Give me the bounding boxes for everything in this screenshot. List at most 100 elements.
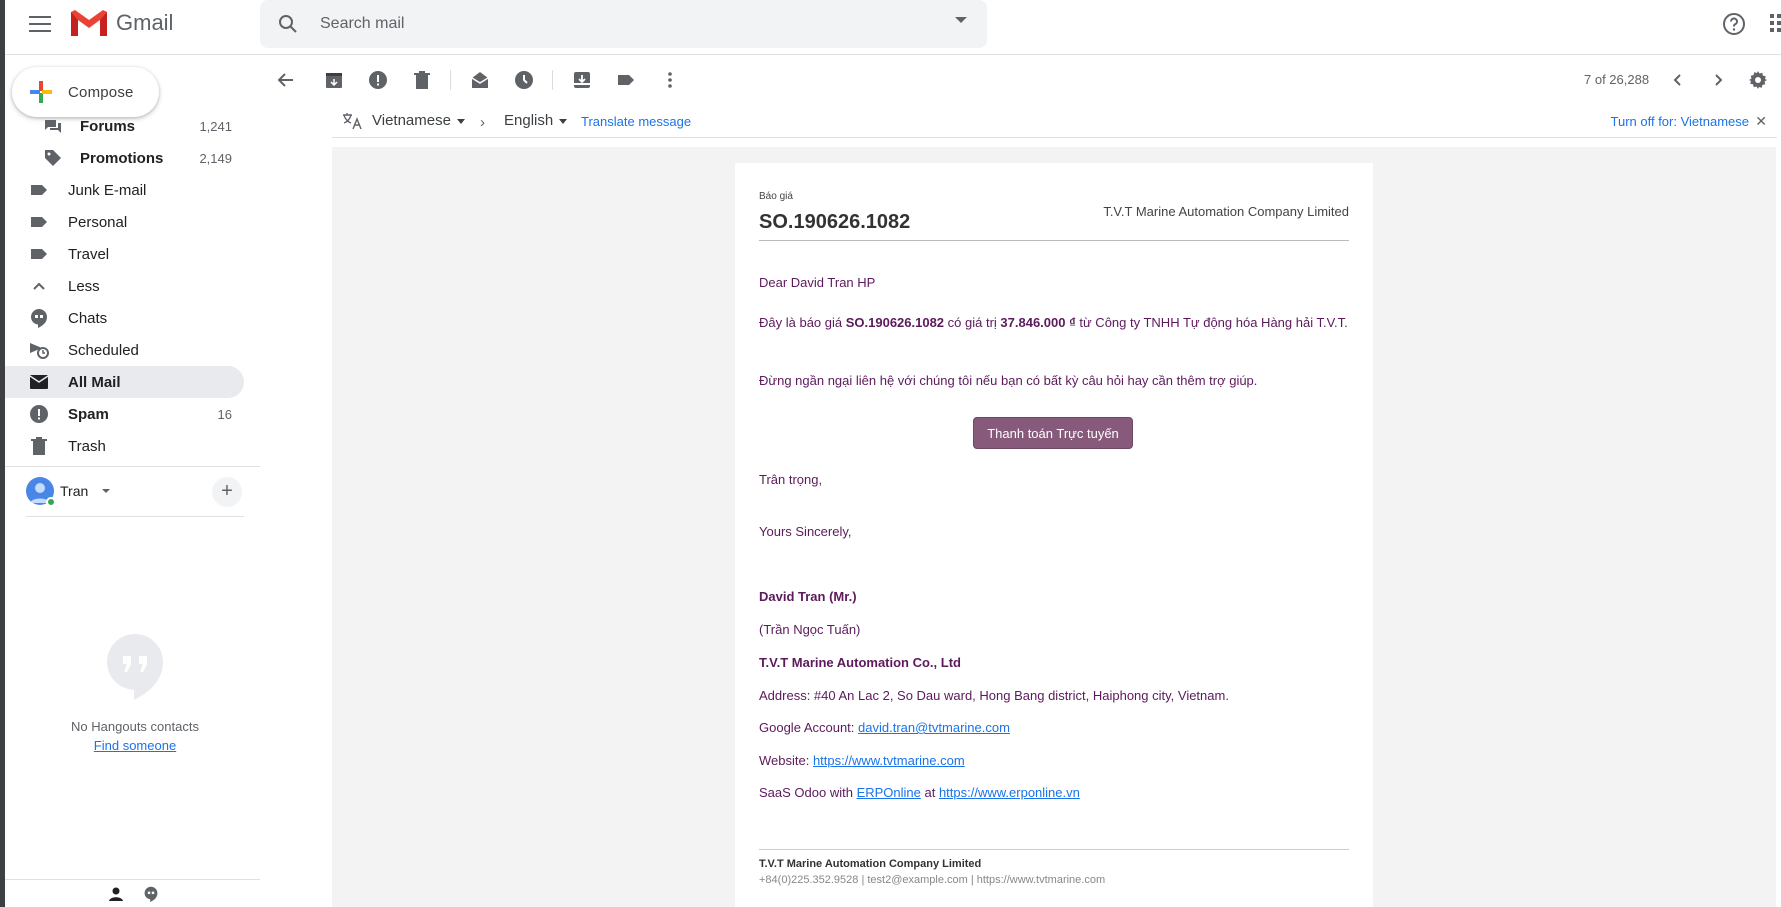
google-account-email-link[interactable]: david.tran@tvtmarine.com [858, 720, 1010, 735]
summary-text: từ Công ty TNHH Tự động hóa Hàng hải T.V… [1075, 315, 1348, 330]
hangouts-user-name[interactable]: Tran [60, 483, 88, 499]
search-bar[interactable] [260, 0, 987, 48]
pay-online-button[interactable]: Thanh toán Trực tuyến [973, 417, 1133, 449]
tag-icon [45, 150, 61, 166]
quotation-number: SO.190626.1082 [759, 211, 911, 233]
apps-grid-icon[interactable] [1770, 14, 1781, 34]
hangouts-icon [144, 886, 158, 902]
signature-website: Website: https://www.tvtmarine.com [759, 751, 1349, 770]
signature-address: Address: #40 An Lac 2, So Dau ward, Hong… [759, 688, 1229, 703]
trash-icon [31, 437, 47, 455]
erponline-link[interactable]: ERPOnline [857, 785, 921, 800]
sidebar-item-scheduled[interactable]: Scheduled [5, 334, 244, 366]
translate-bar: Vietnamese › English Translate message T… [332, 104, 1777, 138]
conversations-tab[interactable] [136, 880, 166, 907]
clock-icon [515, 71, 533, 89]
newer-button[interactable] [1666, 68, 1690, 92]
divider [5, 466, 260, 467]
sidebar-item-label: Trash [68, 437, 106, 455]
sidebar-item-label: Personal [68, 213, 128, 231]
archive-button[interactable] [322, 68, 346, 92]
search-icon[interactable] [276, 12, 300, 36]
summary-text: có giá trị [944, 315, 1001, 330]
older-button[interactable] [1706, 68, 1730, 92]
target-language-select[interactable]: English [504, 112, 568, 129]
help-icon[interactable] [1722, 12, 1746, 36]
website-link[interactable]: https://www.tvtmarine.com [813, 753, 965, 768]
unread-count: 2,149 [199, 150, 232, 166]
no-contacts-text: No Hangouts contacts [71, 719, 199, 734]
mark-unread-button[interactable] [468, 68, 492, 92]
sidebar-item-junk-email[interactable]: Junk E-mail [5, 174, 244, 206]
snooze-button[interactable] [512, 68, 536, 92]
sidebar-item-label: Chats [68, 309, 108, 327]
saas-at: at [920, 785, 939, 800]
contacts-tab[interactable] [101, 880, 131, 907]
mail-icon [29, 375, 49, 389]
report-spam-button[interactable] [366, 68, 390, 92]
sidebar-item-less[interactable]: Less [5, 270, 244, 302]
hangouts-bottom-bar [5, 879, 260, 907]
label-icon [31, 217, 47, 227]
search-options-icon[interactable] [955, 17, 967, 23]
chevron-left-icon [1673, 74, 1681, 86]
find-someone-link[interactable]: Find someone [94, 738, 176, 753]
summary-text: Đây là báo giá [759, 315, 846, 330]
sidebar-item-label: Scheduled [68, 341, 139, 359]
translate-message-link[interactable]: Translate message [581, 114, 691, 129]
signature-name: David Tran (Mr.) [759, 589, 857, 604]
close-icon[interactable]: ✕ [1755, 113, 1767, 130]
sidebar-item-label: Promotions [80, 149, 164, 167]
sidebar-item-spam[interactable]: Spam 16 [5, 398, 244, 430]
online-status-icon [46, 497, 56, 507]
more-options-button[interactable] [658, 68, 682, 92]
website-label: Website: [759, 753, 813, 768]
signature-saas: SaaS Odoo with ERPOnline at https://www.… [759, 783, 1349, 802]
sidebar-item-personal[interactable]: Personal [5, 206, 244, 238]
top-header: Gmail [5, 0, 1781, 55]
gmail-logo[interactable]: Gmail [69, 8, 173, 38]
source-language-select[interactable]: Vietnamese [372, 112, 465, 129]
quotation-summary: Đây là báo giá SO.190626.1082 có giá trị… [759, 313, 1349, 332]
back-button[interactable] [274, 68, 298, 92]
delete-button[interactable] [410, 68, 434, 92]
sidebar-item-forums[interactable]: Forums 1,241 [5, 110, 244, 142]
sidebar-item-label: All Mail [68, 373, 121, 391]
sidebar-item-label: Travel [68, 245, 110, 263]
sidebar-item-label: Less [68, 277, 100, 295]
move-to-button[interactable] [570, 68, 594, 92]
greeting: Dear David Tran HP [759, 275, 876, 290]
sidebar-item-travel[interactable]: Travel [5, 238, 244, 270]
search-input[interactable] [320, 12, 880, 36]
mark-unread-icon [471, 72, 489, 88]
divider [759, 849, 1349, 850]
report-spam-icon [369, 71, 387, 89]
labels-button[interactable] [614, 68, 638, 92]
footer-contact: +84(0)225.352.9528 | test2@example.com |… [759, 874, 1106, 886]
source-language: Vietnamese [372, 112, 451, 129]
scheduled-send-icon [30, 343, 49, 359]
closing-text: Yours Sincerely, [759, 524, 852, 539]
sidebar-item-chats[interactable]: Chats [5, 302, 244, 334]
divider [450, 70, 451, 90]
sidebar-nav: Forums 1,241 Promotions 2,149 Junk E-mai… [5, 118, 244, 462]
sidebar-item-trash[interactable]: Trash [5, 430, 244, 462]
dropdown-icon [456, 118, 465, 124]
status-dropdown-icon[interactable] [102, 489, 110, 493]
message-toolbar: 7 of 26,288 [260, 56, 1781, 104]
label-icon [31, 249, 47, 259]
sidebar-item-all-mail[interactable]: All Mail [5, 366, 244, 398]
sidebar-item-label: Forums [80, 117, 136, 135]
compose-label: Compose [68, 83, 134, 101]
help-text: Đừng ngần ngại liên hệ với chúng tôi nếu… [759, 373, 1258, 388]
footer-company: T.V.T Marine Automation Company Limited [759, 858, 982, 870]
sidebar-item-promotions[interactable]: Promotions 2,149 [5, 142, 244, 174]
new-chat-button[interactable]: + [212, 477, 242, 507]
turn-off-translate-link[interactable]: Turn off for: Vietnamese [1611, 114, 1750, 129]
main-menu-icon[interactable] [29, 16, 51, 34]
summary-so-number: SO.190626.1082 [845, 315, 945, 330]
settings-button[interactable] [1746, 68, 1770, 92]
translate-icon [343, 113, 362, 130]
erponline-url-link[interactable]: https://www.erponline.vn [939, 785, 1080, 800]
person-icon [109, 887, 123, 901]
